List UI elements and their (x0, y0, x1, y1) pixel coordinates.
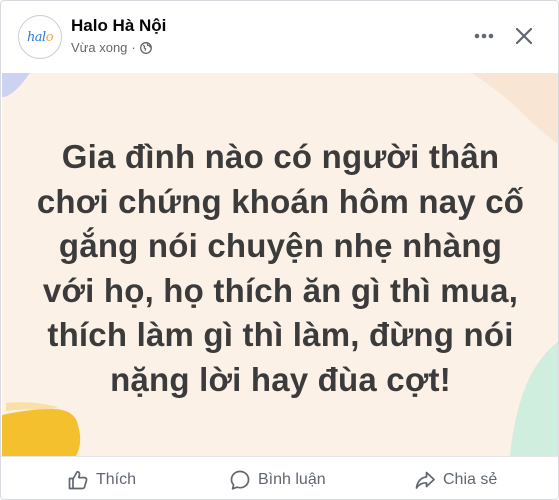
post-text-line: thích làm gì thì làm, đừng nói (47, 316, 514, 353)
close-icon (515, 27, 533, 45)
post-meta: Vừa xong · (71, 40, 152, 55)
close-button[interactable] (509, 21, 539, 51)
page-name[interactable]: Halo Hà Nội (71, 16, 166, 36)
post-actions-bar: Thích Bình luận Chia sẻ (1, 456, 558, 499)
avatar[interactable]: halo (18, 15, 62, 59)
post-card: halo Halo Hà Nội Vừa xong · Gia đình nào… (0, 0, 559, 500)
post-text: Gia đình nào có người thân chơi chứng kh… (22, 135, 539, 402)
like-button[interactable]: Thích (67, 457, 137, 499)
thumbs-up-icon (68, 470, 88, 489)
comment-icon (230, 470, 250, 490)
post-text-line: gắng nói chuyện nhẹ nhàng (58, 227, 503, 264)
meta-separator: · (131, 40, 136, 55)
share-button[interactable]: Chia sẻ (414, 457, 498, 499)
post-timestamp[interactable]: Vừa xong (71, 40, 127, 55)
share-label: Chia sẻ (443, 470, 498, 488)
avatar-logo: halo (26, 29, 54, 45)
post-text-line: với họ, họ thích ăn gì thì mua, (42, 271, 519, 309)
share-icon (415, 471, 435, 489)
more-options-button[interactable] (469, 23, 499, 49)
post-content: Gia đình nào có người thân chơi chứng kh… (2, 73, 558, 456)
globe-icon[interactable] (139, 41, 152, 54)
comment-label: Bình luận (258, 470, 326, 488)
comment-button[interactable]: Bình luận (229, 457, 326, 499)
more-options-icon (474, 33, 494, 39)
post-text-line: Gia đình nào có người thân (61, 138, 500, 175)
post-header: halo Halo Hà Nội Vừa xong · (1, 1, 558, 73)
like-label: Thích (96, 470, 137, 488)
post-text-line: nặng lời hay đùa cợt! (110, 360, 451, 398)
post-text-line: chơi chứng khoán hôm nay cố (36, 182, 525, 220)
